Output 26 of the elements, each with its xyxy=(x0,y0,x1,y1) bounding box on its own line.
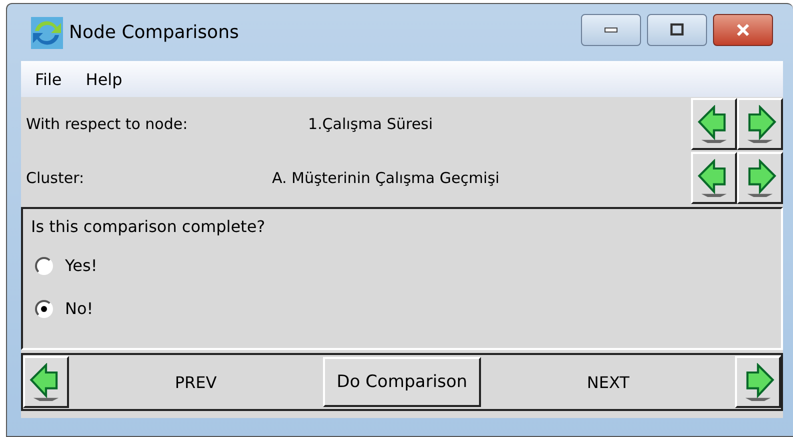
row-value: A. Müşterinin Çalışma Geçmişi xyxy=(272,169,500,187)
radio-button[interactable] xyxy=(35,300,53,318)
radio-label: Yes! xyxy=(65,256,98,275)
next-button[interactable] xyxy=(735,356,781,408)
do-comparison-button[interactable]: Do Comparison xyxy=(322,357,482,407)
next-button[interactable] xyxy=(737,98,783,150)
next-label: NEXT xyxy=(586,372,630,392)
radio-button[interactable] xyxy=(35,256,53,274)
row-label: Cluster: xyxy=(26,169,86,187)
menu-item[interactable]: Help xyxy=(86,70,122,88)
minimize-icon xyxy=(604,26,618,32)
prev-label: PREV xyxy=(174,372,218,392)
previous-button[interactable] xyxy=(691,98,737,150)
row-value: 1.Çalışma Süresi xyxy=(308,115,433,133)
maximize-button[interactable] xyxy=(647,14,707,46)
menu-item[interactable]: File xyxy=(35,70,62,88)
question-text: Is this comparison complete? xyxy=(31,217,266,236)
radio-label: No! xyxy=(65,299,94,318)
row-label: With respect to node: xyxy=(26,115,189,133)
next-button[interactable] xyxy=(737,152,783,204)
minimize-button[interactable] xyxy=(581,14,641,46)
previous-button[interactable] xyxy=(691,152,737,204)
window-title: Node Comparisons xyxy=(69,22,239,43)
previous-button[interactable] xyxy=(23,356,69,408)
app-icon xyxy=(31,16,63,48)
close-button[interactable] xyxy=(713,14,773,46)
